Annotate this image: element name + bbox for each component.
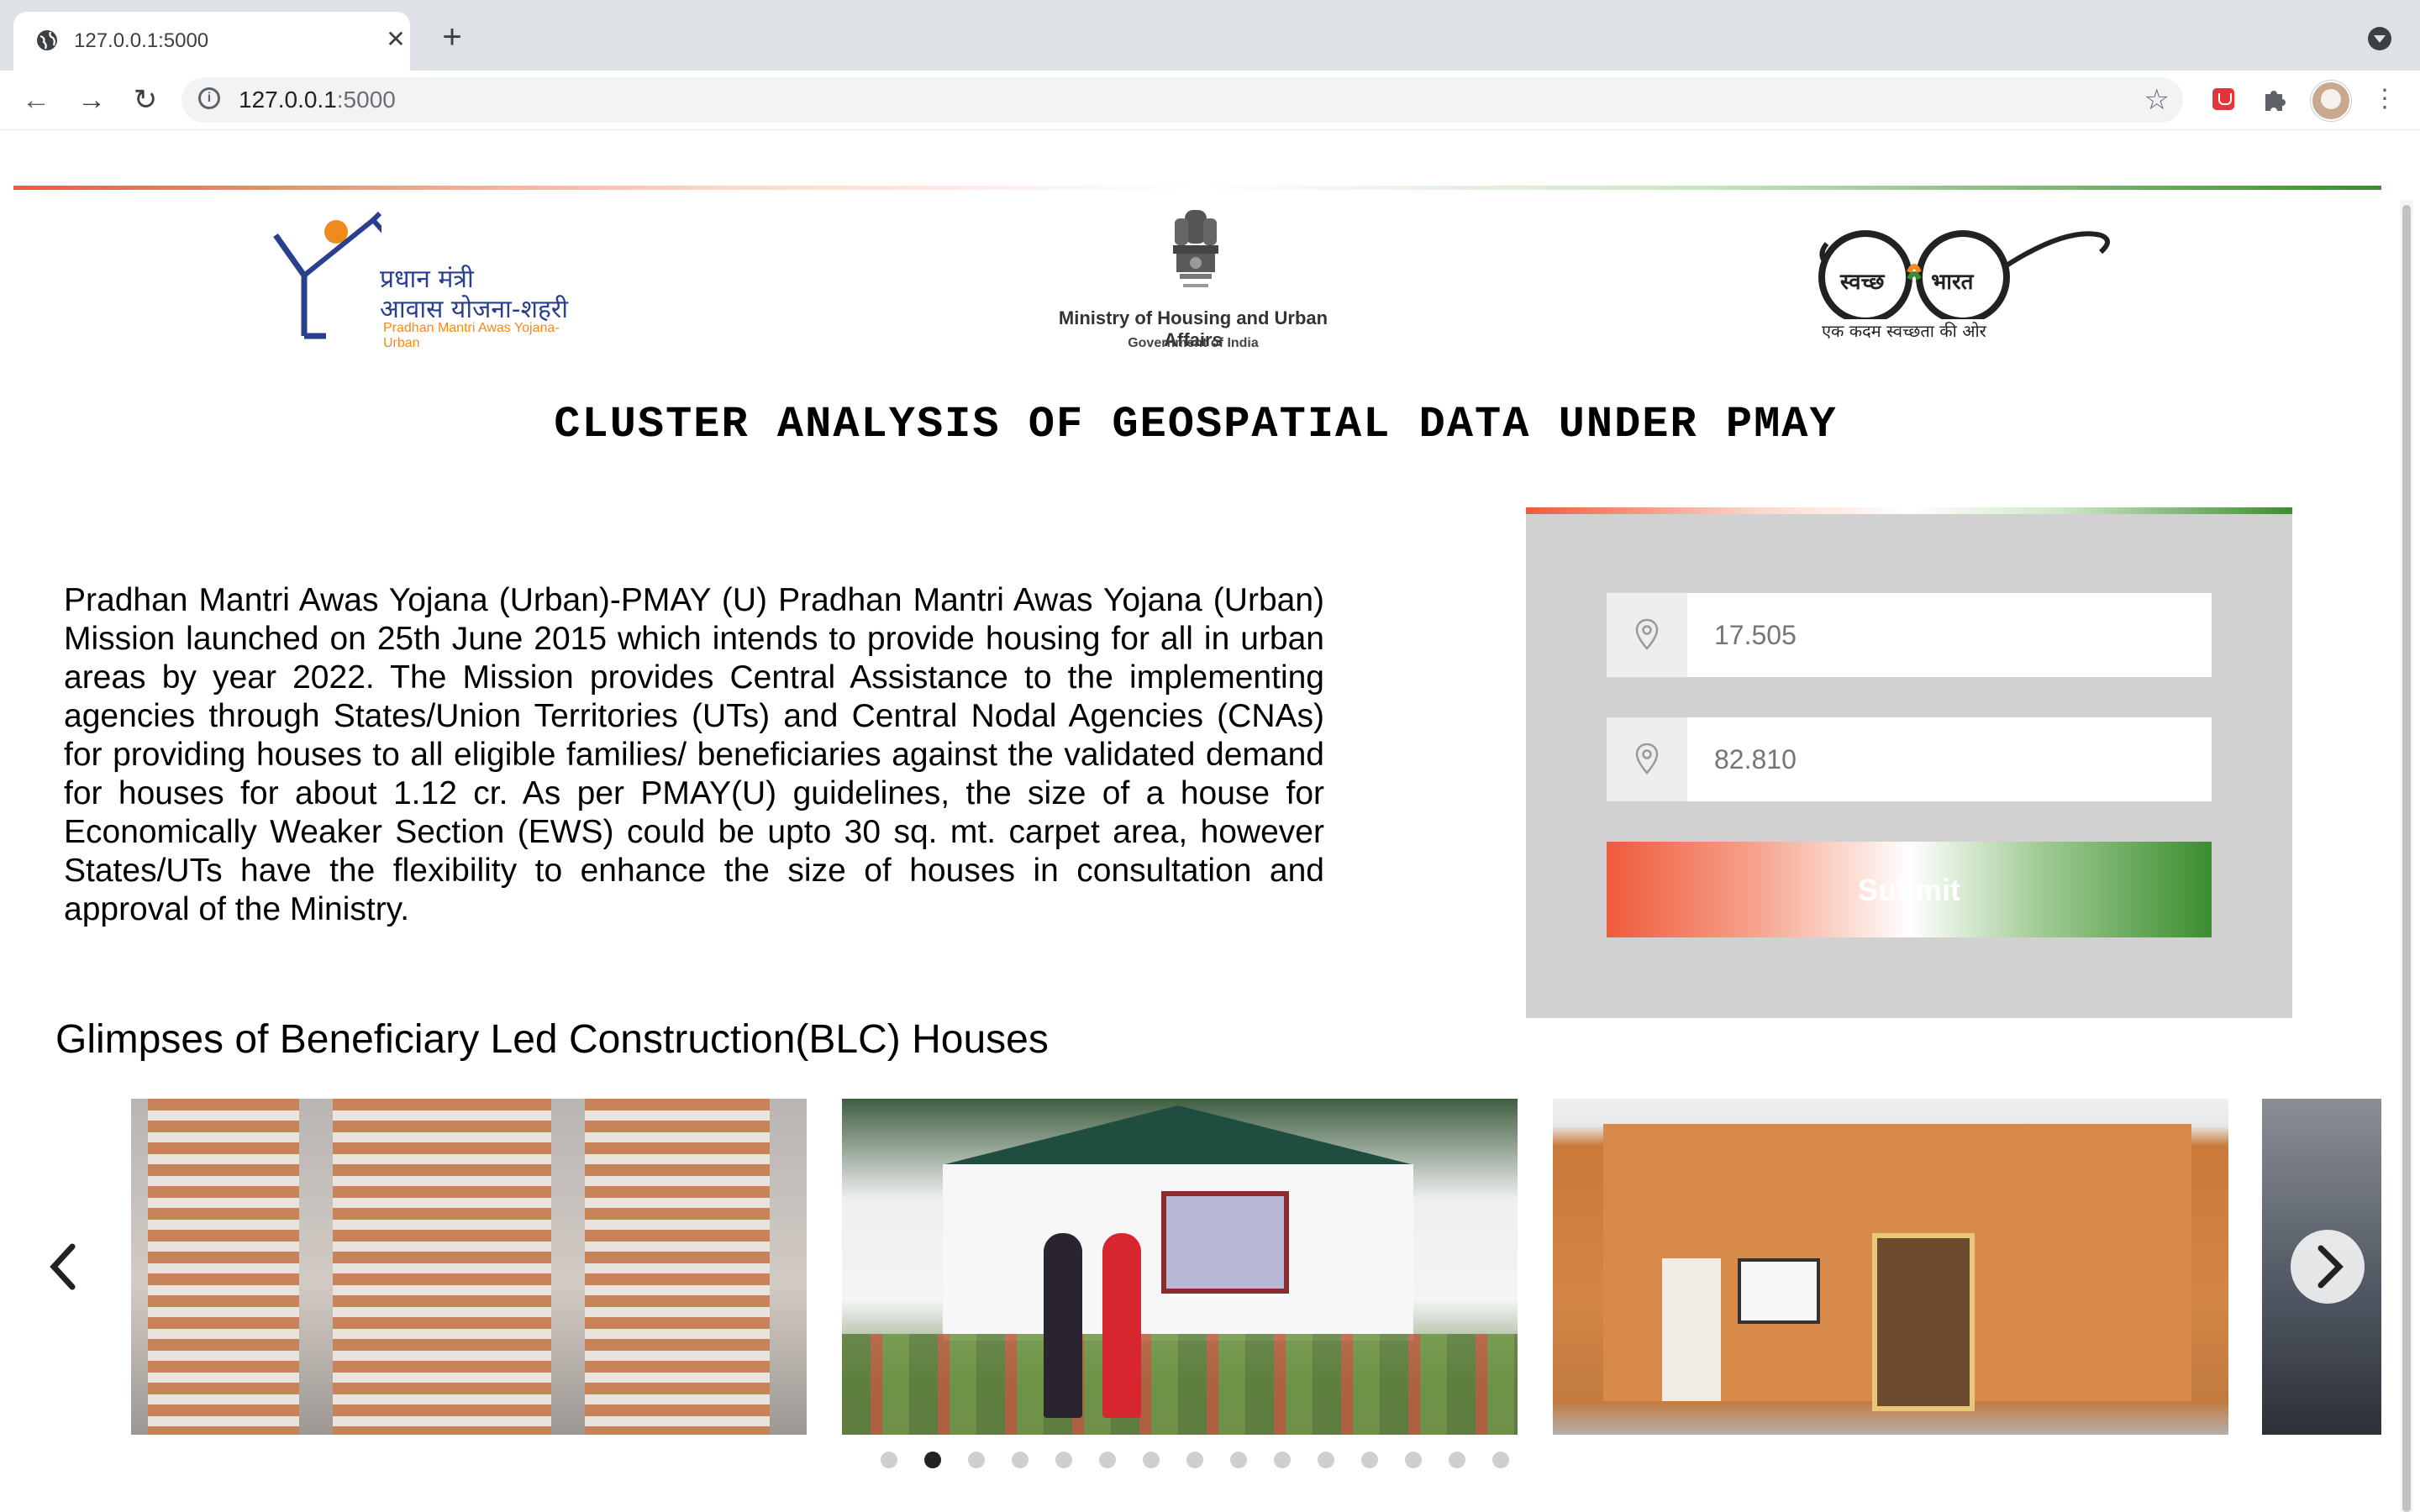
close-icon[interactable]: ✕ [383,27,408,52]
carousel-dot[interactable] [1143,1452,1160,1468]
page-title: CLUSTER ANALYSIS OF GEOSPATIAL DATA UNDE… [554,400,1838,449]
carousel-dot[interactable] [1492,1452,1509,1468]
latitude-input[interactable] [1687,593,2218,677]
carousel-dot[interactable] [1449,1452,1465,1468]
info-icon[interactable]: i [198,87,220,109]
pmay-hindi-line1: प्रधान मंत्री [380,265,474,294]
carousel-dot[interactable] [1230,1452,1247,1468]
carousel-next-icon[interactable] [2291,1230,2365,1304]
location-pin-icon [1607,717,1687,801]
coordinates-form: Submit [1526,507,2292,1018]
browser-toolbar: ← → ↻ i 127.0.0.1:5000 ☆ [0,71,2420,130]
more-vert-icon[interactable]: ⋮ [2368,82,2402,116]
tab-search-icon[interactable] [2368,27,2391,50]
intro-paragraph: Pradhan Mantri Awas Yojana (Urban)-PMAY … [64,582,1324,927]
carousel-dot[interactable] [881,1452,897,1468]
carousel-dot[interactable] [1361,1452,1378,1468]
carousel-dot[interactable] [1405,1452,1422,1468]
pmay-logo: प्रधान मंत्री आवास योजना-शहरी Pradhan Ma… [272,210,592,350]
globe-icon [37,30,57,50]
swachh-bharat-logo: स्वच्छ भारत एक कदम स्वच्छता की ओर [1815,210,2118,353]
carousel-dot[interactable] [1099,1452,1116,1468]
mohua-subtitle: Government of India [1128,336,1259,350]
carousel-dot[interactable] [1274,1452,1291,1468]
submit-button[interactable]: Submit [1607,842,2212,937]
pmay-hindi-line2: आवास योजना-शहरी [380,295,568,324]
forward-icon[interactable]: → [74,82,109,118]
address-bar[interactable]: i 127.0.0.1:5000 ☆ [182,77,2183,123]
scrollbar-thumb[interactable] [2402,205,2411,1512]
carousel-dot[interactable] [1012,1452,1028,1468]
carousel-dot[interactable] [924,1452,941,1468]
carousel-dot[interactable] [968,1452,985,1468]
puzzle-icon[interactable] [2257,82,2291,116]
pmay-house-icon [273,211,381,339]
reload-icon[interactable]: ↻ [128,82,163,118]
pmay-english-line: Pradhan Mantri Awas Yojana-Urban [383,321,560,350]
tab-strip: 127.0.0.1:5000 ✕ + [0,0,2420,71]
swachh-word: स्वच्छ [1840,270,1885,295]
mohua-logo: Ministry of Housing and Urban Affairs Go… [1042,207,1344,358]
avatar[interactable] [2311,81,2351,121]
browser-tab[interactable]: 127.0.0.1:5000 ✕ [13,12,410,71]
form-tricolor-bar [1526,507,2292,514]
blc-houses-carousel [0,1097,2391,1435]
tricolor-line [13,186,2381,190]
carousel-slide-cottage[interactable] [842,1099,1518,1435]
carousel-dot[interactable] [1055,1452,1072,1468]
plus-icon[interactable]: + [437,20,467,54]
national-emblem-icon [1173,210,1218,287]
url-port: :5000 [336,87,396,113]
tab-title: 127.0.0.1:5000 [74,29,209,52]
carousel-dot[interactable] [1186,1452,1203,1468]
carousel-slide-orange-house[interactable] [1553,1099,2228,1435]
back-icon[interactable]: ← [18,82,54,118]
latitude-field [1607,593,2218,677]
star-icon[interactable]: ☆ [2144,84,2170,116]
url-text[interactable]: 127.0.0.1:5000 [239,87,396,113]
url-host: 127.0.0.1 [239,87,337,113]
swachh-tagline: एक कदम स्वच्छता की ओर [1822,321,1986,341]
carousel-dot[interactable] [1318,1452,1334,1468]
gandhi-glasses-icon [1818,230,2110,319]
gallery-title: Glimpses of Beneficiary Led Construction… [55,1017,1049,1062]
carousel-slide-apartments[interactable] [131,1099,807,1435]
page-scrollbar[interactable] [2400,200,2413,1512]
bharat-word: भारत [1931,270,1974,295]
longitude-input[interactable] [1687,717,2218,801]
location-pin-icon [1607,593,1687,677]
carousel-prev-icon[interactable] [47,1242,81,1292]
extension-red-icon[interactable] [2207,82,2240,116]
longitude-field [1607,717,2218,801]
